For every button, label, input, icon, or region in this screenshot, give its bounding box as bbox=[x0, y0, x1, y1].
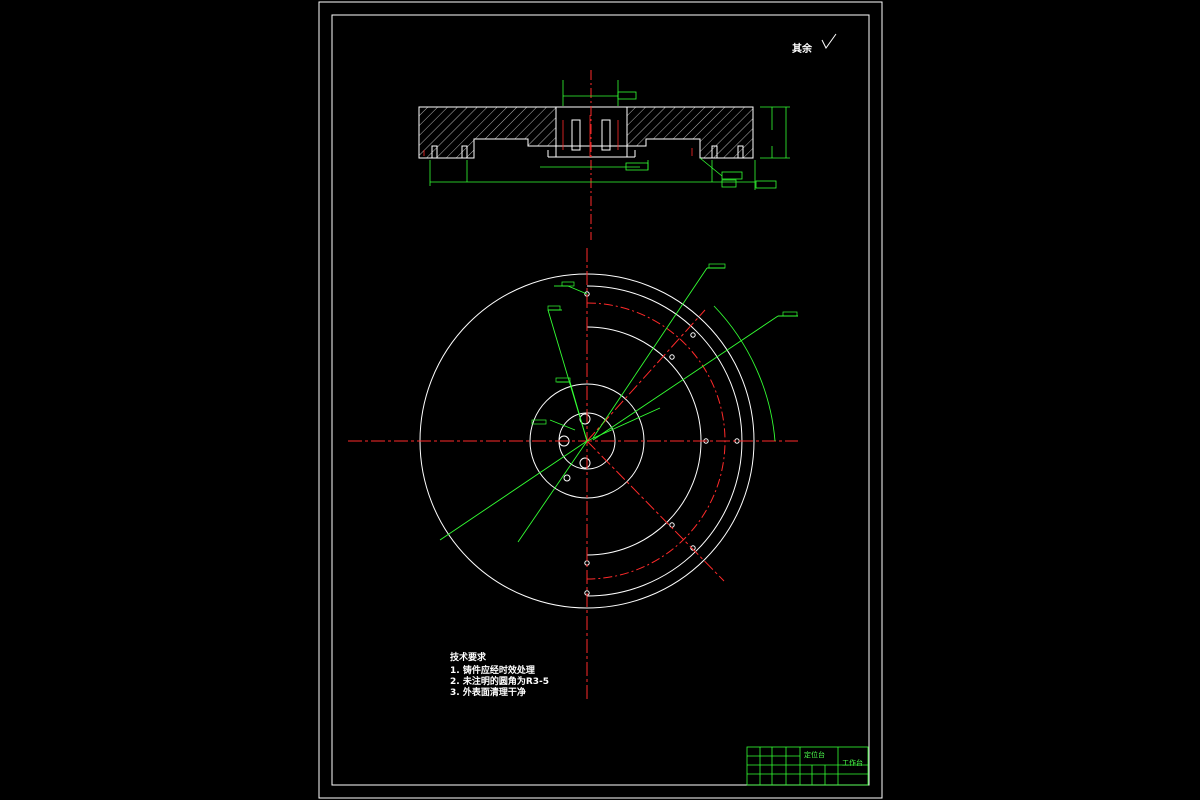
plan-view bbox=[348, 248, 798, 702]
title-block-drawing-name: 定位台 bbox=[804, 751, 825, 759]
technical-requirements: 技术要求 1. 铸件应经时效处理 2. 未注明的圆角为R3-5 3. 外表面清理… bbox=[450, 653, 549, 699]
bolt-holes bbox=[584, 291, 740, 596]
surface-roughness-note: 其余 bbox=[792, 44, 812, 55]
requirement-item: 2. 未注明的圆角为R3-5 bbox=[450, 677, 550, 687]
section-body-left bbox=[418, 106, 557, 159]
roughness-symbol bbox=[821, 33, 837, 49]
title-block-part-label: 工作台 bbox=[842, 759, 863, 767]
cad-drawing-viewer: 其余 技术要求 1. 铸件应经时效处理 2. 未注明的圆角为R3-5 3. 外表… bbox=[0, 0, 1200, 800]
inner-frame bbox=[331, 14, 870, 786]
section-view bbox=[418, 70, 790, 240]
section-body-right bbox=[626, 106, 754, 159]
technical-requirements-heading: 技术要求 bbox=[450, 653, 487, 663]
outer-frame bbox=[318, 1, 883, 799]
requirement-item: 3. 外表面清理干净 bbox=[450, 688, 526, 698]
requirement-item: 1. 铸件应经时效处理 bbox=[450, 666, 535, 676]
cad-drawing-canvas bbox=[318, 1, 883, 799]
